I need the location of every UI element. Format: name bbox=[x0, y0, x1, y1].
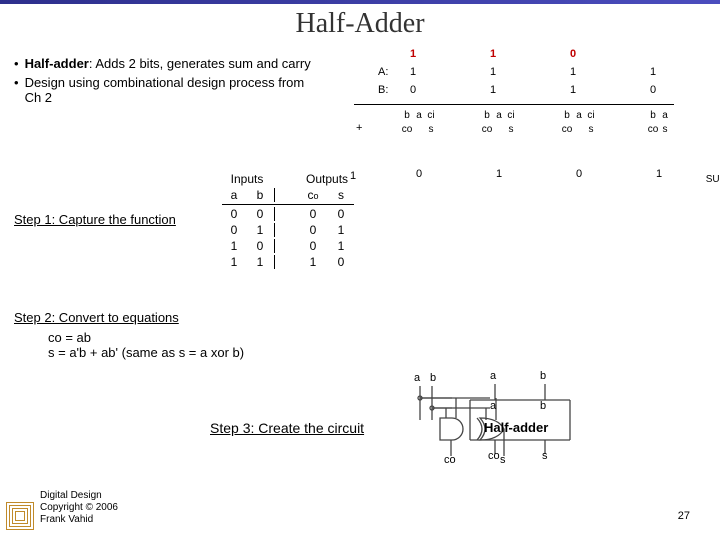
table-row: 0101 bbox=[222, 223, 354, 237]
gate-in-a: a bbox=[414, 372, 420, 384]
step-2-label: Step 2: Convert to equations bbox=[14, 310, 179, 325]
b-bit: 0 bbox=[404, 84, 422, 96]
carry-bit: 1 bbox=[410, 48, 416, 60]
block-out-s: s bbox=[542, 450, 548, 462]
binary-addition: 1 1 0 A: 1 1 1 1 + B: 0 1 1 0 baci cos 0… bbox=[360, 48, 720, 120]
sum-bit: 1 bbox=[344, 170, 362, 182]
table-row: 1110 bbox=[222, 255, 354, 269]
credit-line: Frank Vahid bbox=[40, 514, 118, 526]
block-inner-b: b bbox=[540, 400, 546, 412]
b-bit: 1 bbox=[484, 84, 502, 96]
half-adder-block: a b a b Half-adder co s bbox=[440, 380, 600, 473]
block-in-b: b bbox=[540, 370, 546, 382]
rule bbox=[222, 204, 354, 205]
adder-column: baci cos 0 bbox=[384, 110, 454, 180]
col-b: b bbox=[248, 188, 272, 202]
a-bit: 1 bbox=[644, 66, 662, 78]
sum-rule bbox=[354, 104, 674, 105]
credit-line: Copyright © 2006 bbox=[40, 502, 118, 514]
adder-column: baci cos 0 bbox=[544, 110, 614, 180]
a-bit: 1 bbox=[564, 66, 582, 78]
plus-sign: + bbox=[356, 122, 362, 134]
carry-bit: 1 bbox=[490, 48, 496, 60]
adder-column: baci cos 1 bbox=[464, 110, 534, 180]
block-in-a: a bbox=[490, 370, 496, 382]
page-title: Half-Adder bbox=[0, 10, 720, 38]
bullet-list: • Half-adder: Adds 2 bits, generates sum… bbox=[14, 56, 324, 109]
col-s: s bbox=[328, 188, 354, 202]
a-bit: 1 bbox=[404, 66, 422, 78]
top-accent-bar bbox=[0, 0, 720, 4]
bullet-1: • Half-adder: Adds 2 bits, generates sum… bbox=[14, 56, 324, 71]
copyright: Digital Design Copyright © 2006 Frank Va… bbox=[40, 490, 118, 526]
block-out-co: co bbox=[488, 450, 500, 462]
sum-label: SUM bbox=[706, 174, 720, 185]
corner-logo-icon bbox=[6, 502, 34, 530]
step-3-label: Step 3: Create the circuit bbox=[210, 420, 364, 436]
b-bit: 1 bbox=[564, 84, 582, 96]
truth-table: InputsOutputs abcos 0000 0101 1001 1110 bbox=[220, 170, 356, 271]
row-b-label: B: bbox=[378, 84, 388, 96]
equations: co = ab s = a'b + ab' (same as s = a xor… bbox=[48, 330, 244, 360]
bullet-dot: • bbox=[14, 75, 19, 105]
bullet-2: • Design using combinational design proc… bbox=[14, 75, 324, 105]
carry-bit: 0 bbox=[570, 48, 576, 60]
bullet-lead: Half-adder bbox=[25, 56, 89, 71]
bullet-rest: : Adds 2 bits, generates sum and carry bbox=[89, 56, 311, 71]
eq-co: co = ab bbox=[48, 330, 244, 345]
block-inner-a: a bbox=[490, 400, 496, 412]
credit-line: Digital Design bbox=[40, 490, 118, 502]
bullet-text: Design using combinational design proces… bbox=[25, 75, 324, 105]
table-row: 0000 bbox=[222, 207, 354, 221]
page-number: 27 bbox=[678, 510, 690, 522]
eq-s: s = a'b + ab' (same as s = a xor b) bbox=[48, 345, 244, 360]
row-a-label: A: bbox=[378, 66, 388, 78]
b-bit: 0 bbox=[644, 84, 662, 96]
bullet-text: Half-adder: Adds 2 bits, generates sum a… bbox=[25, 56, 311, 71]
adder-column: ba cos 1 bbox=[624, 110, 694, 180]
block-name: Half-adder bbox=[484, 420, 548, 435]
gate-in-b: b bbox=[430, 372, 436, 384]
step-1-label: Step 1: Capture the function bbox=[14, 212, 176, 227]
col-a: a bbox=[222, 188, 246, 202]
a-bit: 1 bbox=[484, 66, 502, 78]
table-row: 1001 bbox=[222, 239, 354, 253]
th-inputs: Inputs bbox=[222, 172, 272, 186]
bullet-dot: • bbox=[14, 56, 19, 71]
